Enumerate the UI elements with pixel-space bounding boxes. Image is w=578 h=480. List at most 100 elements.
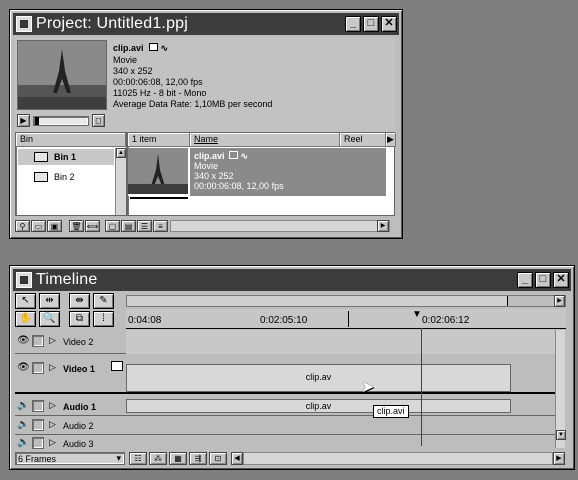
track-video-2: 👁 ▷ Video 2	[15, 330, 555, 354]
close-button[interactable]: ✕	[553, 272, 569, 288]
eye-icon[interactable]: 👁	[17, 362, 30, 373]
timeline-window: Timeline _ □ ✕ ↖ ⇹ ⇼ ✎ ✋ 🔍 ⧉ ⁞ ▶ 0:04:08…	[9, 265, 575, 470]
name-column-header[interactable]: Name	[190, 133, 340, 147]
preview-controls: ▶ ◻	[17, 114, 107, 128]
timeline-app-icon	[16, 272, 32, 288]
video-clip[interactable]: clip.av	[126, 364, 511, 392]
scroll-right-arrow[interactable]: ▶	[553, 452, 565, 465]
bin-item-label: Bin 1	[54, 152, 77, 162]
scroll-right-arrow[interactable]: ▶	[377, 220, 389, 232]
new-item-icon[interactable]: ▣	[47, 220, 62, 232]
edit-line	[421, 328, 422, 446]
transition-icon[interactable]	[111, 361, 123, 371]
ruler-baseline	[126, 328, 566, 329]
close-button[interactable]: ✕	[381, 16, 397, 32]
lock-toggle[interactable]	[32, 400, 44, 412]
ruler-tick	[348, 311, 349, 327]
audio-clip[interactable]: clip.av	[126, 399, 511, 413]
clip-data-rate: Average Data Rate: 1,10MB per second	[113, 99, 273, 109]
edit-line-marker[interactable]: ▼	[412, 309, 422, 320]
track-audio-1: 🔈 ▷ Audio 1 clip.av	[15, 398, 555, 416]
thumbnail-view-icon[interactable]: ▢	[105, 220, 120, 232]
preview-scrubber[interactable]	[33, 116, 89, 126]
timeline-titlebar[interactable]: Timeline _ □ ✕	[13, 269, 571, 291]
bin-item-2[interactable]: Bin 2	[18, 169, 114, 185]
project-titlebar[interactable]: Project: Untitled1.ppj _ □ ✕	[13, 13, 399, 35]
reel-column-header[interactable]: Reel	[340, 133, 386, 147]
list-view-icon[interactable]: ☰	[137, 220, 152, 232]
lock-toggle[interactable]	[32, 437, 44, 449]
track-lane[interactable]	[126, 330, 555, 354]
track-label: Video 2	[63, 337, 94, 347]
eye-icon[interactable]: 👁	[17, 335, 30, 346]
selection-tool-icon[interactable]: ↖	[15, 293, 36, 309]
speaker-icon[interactable]: 🔈	[17, 437, 29, 448]
expand-arrow-icon[interactable]: ▷	[49, 419, 56, 430]
eiffel-tower-image	[128, 148, 188, 194]
clip-audio-info: 11025 Hz - 8 bit - Mono	[113, 88, 207, 98]
maximize-button[interactable]: □	[363, 16, 379, 32]
clip-name: clip.avi ∿	[113, 43, 168, 54]
item-row[interactable]: clip.avi ∿ Movie 340 x 252 00:00:06:08, …	[128, 148, 386, 196]
timeline-toolbox: ↖ ⇹ ⇼ ✎ ✋ 🔍 ⧉ ⁞	[15, 293, 123, 329]
item-pane: 1 item Name Reel ▶ clip.avi ∿ Movie 340 …	[127, 132, 396, 216]
bin-item-1[interactable]: Bin 1	[18, 149, 114, 165]
track-audio-2: 🔈 ▷ Audio 2	[15, 417, 555, 435]
poster-frame-button[interactable]: ◻	[92, 114, 105, 127]
folder-icon	[34, 152, 48, 162]
preview-thumbnail	[17, 40, 107, 110]
film-icon	[149, 43, 159, 51]
list-view-active-icon[interactable]: ≡	[153, 220, 168, 232]
track-options-icon[interactable]: ☷	[129, 452, 147, 465]
bin-column-header[interactable]: Bin	[16, 133, 126, 147]
shift-tracks-icon[interactable]: ▦	[169, 452, 187, 465]
lock-toggle[interactable]	[32, 335, 44, 347]
scroll-down-arrow[interactable]: ▼	[556, 430, 566, 440]
razor-tool-icon[interactable]: ✎	[93, 293, 114, 309]
lock-toggle[interactable]	[32, 362, 44, 374]
play-button[interactable]: ▶	[17, 114, 30, 127]
expand-arrow-icon[interactable]: ▷	[49, 400, 56, 411]
toggle-edges-icon[interactable]: ⇶	[189, 452, 207, 465]
maximize-button[interactable]: □	[535, 272, 551, 288]
sync-lock-icon[interactable]: ⊡	[209, 452, 227, 465]
new-bin-icon[interactable]: ▭	[31, 220, 46, 232]
in-out-tool-icon[interactable]: ⁞	[93, 311, 114, 327]
clip-duration: 00:00:06:08, 12,00 fps	[113, 77, 203, 87]
track-select-tool-icon[interactable]: ⇼	[69, 293, 90, 309]
zoom-level-select[interactable]: 6 Frames ▾	[15, 452, 125, 465]
project-hscroll[interactable]: ▶	[170, 220, 390, 232]
find-icon[interactable]: ⚲	[15, 220, 30, 232]
header-scroll-right[interactable]: ▶	[386, 133, 396, 147]
resize-divider-icon[interactable]: ⟺	[85, 220, 100, 232]
bin-scrollbar[interactable]: ▲	[115, 148, 126, 215]
work-area-bar[interactable]: ▶	[126, 295, 566, 307]
timeline-hscroll[interactable]	[243, 452, 553, 465]
time-ruler[interactable]: 0:04:08 0:02:05:10 0:02:06:12 ▼	[126, 309, 566, 329]
audio-wave-icon: ∿	[240, 151, 249, 161]
track-video-1: 👁 ▷ Video 1 clip.av	[15, 356, 555, 394]
project-title: Project: Untitled1.ppj	[36, 15, 189, 32]
clip-preview-area: ▶ ◻ clip.avi ∿ Movie 340 x 252 00:00:06:…	[15, 38, 395, 134]
hand-tool-icon[interactable]: ✋	[15, 311, 36, 327]
expand-arrow-icon[interactable]: ▷	[49, 335, 56, 346]
timeline-statusbar: 6 Frames ▾ ☷ ⁂ ▦ ⇶ ⊡ ◀ ▶	[15, 452, 565, 466]
minimize-button[interactable]: _	[517, 272, 533, 288]
ruler-label: 0:02:05:10	[260, 315, 308, 326]
scroll-up-arrow[interactable]: ▲	[116, 148, 126, 158]
lock-toggle[interactable]	[32, 419, 44, 431]
speaker-icon[interactable]: 🔈	[17, 419, 29, 430]
delete-icon[interactable]: 🗑	[69, 220, 84, 232]
range-select-tool-icon[interactable]: ⇹	[39, 293, 60, 309]
snap-icon[interactable]: ⁂	[149, 452, 167, 465]
zoom-tool-icon[interactable]: 🔍	[39, 311, 60, 327]
expand-arrow-icon[interactable]: ▷	[49, 362, 56, 373]
track-vscroll[interactable]: ▼	[555, 330, 566, 448]
speaker-icon[interactable]: 🔈	[17, 400, 29, 411]
icon-view-icon[interactable]: ▤	[121, 220, 136, 232]
expand-arrow-icon[interactable]: ▷	[49, 437, 56, 448]
work-area-scroll-right[interactable]: ▶	[554, 295, 565, 307]
scroll-left-arrow[interactable]: ◀	[231, 452, 243, 465]
minimize-button[interactable]: _	[345, 16, 361, 32]
link-tool-icon[interactable]: ⧉	[69, 311, 90, 327]
